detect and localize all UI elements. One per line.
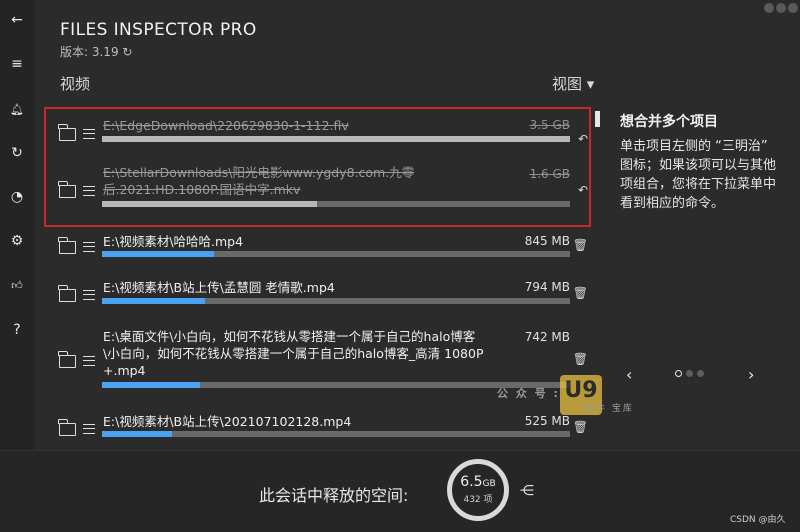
tip-body: 单击项目左侧的 “三明治” 图标；如果该项可以与其他项组合，您将在下拉菜单中看到… (620, 139, 777, 211)
gear-icon[interactable]: ⚙ (0, 229, 34, 253)
progress-bar (102, 298, 570, 304)
minimize-window-icon[interactable] (776, 3, 786, 13)
trash-icon[interactable]: 🗑︎ (573, 238, 588, 252)
trash-icon[interactable]: 🗑︎ (573, 286, 588, 300)
sandwich-menu-icon[interactable] (83, 290, 95, 300)
freed-space-ring (447, 459, 509, 521)
file-path: E:\视频素材\B站上传\202107102128.mp4 (103, 414, 352, 429)
view-dropdown[interactable]: 视图 ▾ (552, 73, 594, 94)
help-window-icon[interactable] (764, 3, 774, 13)
app-version[interactable]: 版本: 3.19 ↻ (60, 43, 132, 60)
file-path: E:\视频素材\B站上传\孟慧圆 老情歌.mp4 (103, 280, 335, 295)
folder-icon[interactable] (58, 237, 76, 254)
file-row[interactable]: E:\视频素材\B站上传\孟慧圆 老情歌.mp4 794 MB 🗑︎ (45, 276, 600, 310)
menu-icon[interactable]: ≡ (0, 52, 34, 76)
scrollbar-thumb[interactable] (595, 111, 600, 127)
watermark: 公 众 号 : U9 软件 宝库 (497, 373, 637, 417)
file-row[interactable]: E:\视频素材\哈哈哈.mp4 845 MB 🗑︎ (45, 230, 600, 264)
pager-dot[interactable] (697, 370, 704, 377)
like-icon[interactable]: 👍︎ (0, 273, 34, 297)
sidebar: ← ≡ 🔔︎ ↻ ◔ ⚙ 👍︎ ? (0, 0, 34, 450)
refresh-icon[interactable]: ↻ (0, 141, 34, 165)
back-icon[interactable]: ← (0, 8, 34, 32)
chart-icon[interactable]: ◔ (0, 185, 34, 209)
file-path: E:\桌面文件\小白向，如何不花钱从零搭建一个属于自己的halo博客 \小白向，… (103, 329, 484, 378)
bell-icon[interactable]: 🔔︎ (0, 97, 34, 121)
sandwich-menu-icon[interactable] (83, 424, 95, 434)
help-icon[interactable]: ? (0, 318, 34, 342)
freed-space-label: 此会话中释放的空间: (259, 486, 409, 505)
folder-icon[interactable] (58, 419, 76, 436)
folder-icon[interactable] (58, 351, 76, 368)
file-path: E:\视频素材\哈哈哈.mp4 (103, 234, 244, 249)
file-size: 794 MB (524, 280, 570, 294)
progress-bar (102, 431, 570, 437)
tip-title: 想合并多个项目 (620, 114, 718, 130)
freed-space-size: 6.5GB (460, 474, 496, 490)
folder-icon[interactable] (58, 285, 76, 302)
app-title: FILES INSPECTOR PRO (60, 20, 257, 40)
trash-icon[interactable]: 🗑︎ (573, 352, 588, 366)
pager-dot-active[interactable] (675, 370, 682, 377)
next-tip-button[interactable]: › (748, 365, 754, 384)
trash-icon[interactable]: 🗑︎ (573, 420, 588, 434)
sandwich-menu-icon[interactable] (83, 242, 95, 252)
file-size: 845 MB (524, 234, 570, 248)
sandwich-menu-icon[interactable] (83, 356, 95, 366)
share-icon[interactable]: ⋲ (520, 483, 534, 499)
section-title: 视频 (60, 75, 91, 93)
file-size: 742 MB (524, 330, 570, 344)
freed-items-count: 432 项 (463, 495, 493, 505)
selection-highlight (44, 107, 591, 227)
progress-bar (102, 251, 570, 257)
pager-dot[interactable] (686, 370, 693, 377)
csdn-credit: CSDN @由久 (730, 515, 786, 525)
close-window-icon[interactable] (788, 3, 798, 13)
